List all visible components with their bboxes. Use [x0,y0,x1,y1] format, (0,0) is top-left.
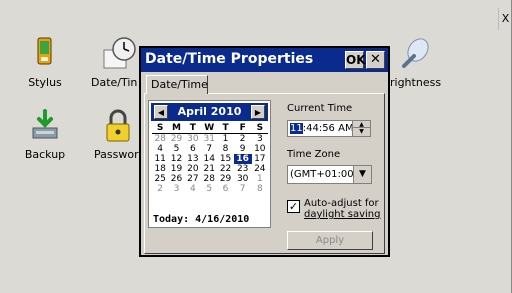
tab-datetime[interactable]: Date/Time [146,75,208,94]
weekday-header: S [251,123,268,134]
calendar-day[interactable]: 29 [217,174,233,184]
desktop-icon-label: Stylus [28,76,62,89]
calendar-week-row: 18 19 20 21 22 23 24 [152,164,268,174]
calendar-day[interactable]: 7 [201,144,217,154]
desktop-icon-label: Backup [24,148,66,161]
calendar-day[interactable]: 31 [201,134,217,145]
chevron-down-icon[interactable]: ▼ [353,166,371,183]
calendar-day[interactable]: 23 [234,164,252,174]
calendar-day[interactable]: 29 [168,134,184,145]
calendar-day[interactable]: 22 [217,164,233,174]
brightness-icon [398,36,434,72]
spin-down-icon[interactable]: ▼ [353,128,370,135]
calendar-week-row: 4 5 6 7 8 9 10 [152,144,268,154]
calendar-week-row: 28 29 30 31 1 2 3 [152,134,268,145]
desktop-icon-backup[interactable]: Backup [10,108,80,161]
calendar-day[interactable]: 27 [185,174,201,184]
calendar-day[interactable]: 24 [252,164,268,174]
calendar-day[interactable]: 21 [201,164,217,174]
backup-icon [27,108,63,144]
calendar-day[interactable]: 2 [234,134,252,145]
calendar-week-row: 11 12 13 14 15 16 17 [152,154,268,164]
weekday-header: W [201,123,218,134]
time-input[interactable]: 11:44:56 AM ▲ ▼ [287,120,371,137]
time-spinner[interactable]: ▲ ▼ [352,121,370,136]
calendar-grid: SMTWTFS 28 29 30 31 1 2 3 4 5 6 7 8 9 10 11 12 13 14 15 16 1… [152,123,268,194]
calendar-day[interactable]: 13 [185,154,201,164]
calendar-day[interactable]: 17 [252,154,268,164]
calendar-day[interactable]: 1 [252,174,268,184]
calendar-week-row: 25 26 27 28 29 30 1 [152,174,268,184]
calendar-day[interactable]: 16 [233,154,252,164]
desktop-icon-stylus[interactable]: Stylus [10,36,80,89]
calendar-day[interactable]: 5 [168,144,184,154]
calendar-day[interactable]: 10 [252,144,268,154]
datetime-properties-dialog: Date/Time Properties OK ✕ Date/Time ◀ Ap… [139,46,390,257]
calendar-day[interactable]: 30 [234,174,252,184]
month-calendar[interactable]: ◀ April 2010 ▶ SMTWTFS 28 29 30 31 1 2 3 4 5 6 7 8 9… [148,100,271,228]
weekday-header: S [152,123,169,134]
window-close-button[interactable]: X [498,8,512,30]
calendar-day[interactable]: 8 [252,184,268,194]
weekday-header: M [168,123,185,134]
ok-button[interactable]: OK [345,51,366,69]
spin-up-icon[interactable]: ▲ [353,121,370,128]
lock-icon [100,108,136,144]
calendar-day[interactable]: 3 [252,134,268,145]
calendar-day[interactable]: 11 [152,154,168,164]
calendar-day[interactable]: 20 [185,164,201,174]
auto-adjust-label-line2: daylight saving [304,209,381,220]
calendar-day[interactable]: 28 [201,174,217,184]
today-label[interactable]: Today: 4/16/2010 [153,214,249,225]
calendar-day[interactable]: 25 [152,174,168,184]
time-rest-segment[interactable]: :44:56 AM [303,123,354,134]
time-zone-value: (GMT+01:00) Brı [290,169,354,180]
calendar-day[interactable]: 18 [152,164,168,174]
calendar-day[interactable]: 28 [152,134,168,145]
calendar-day[interactable]: 7 [234,184,252,194]
calendar-day[interactable]: 3 [168,184,184,194]
calendar-day[interactable]: 15 [217,154,233,164]
calendar-day[interactable]: 4 [152,144,168,154]
weekday-header: F [233,123,252,134]
dialog-title: Date/Time Properties [145,51,314,67]
calendar-day[interactable]: 26 [168,174,184,184]
weekday-header: T [184,123,202,134]
desktop-icon-label: rightness [390,76,442,89]
apply-button[interactable]: Apply [287,231,373,250]
clock-icon [100,36,136,72]
calendar-day[interactable]: 4 [185,184,201,194]
calendar-day[interactable]: 19 [168,164,184,174]
calendar-day[interactable]: 14 [201,154,217,164]
next-month-button[interactable]: ▶ [251,105,265,119]
dialog-titlebar: Date/Time Properties OK ✕ [141,48,388,72]
desktop-icon-brightness[interactable]: rightness [390,36,446,89]
calendar-day[interactable]: 12 [168,154,184,164]
auto-adjust-checkbox[interactable]: ✓ [287,200,300,213]
calendar-day[interactable]: 6 [185,144,201,154]
calendar-day[interactable]: 5 [201,184,217,194]
calendar-day[interactable]: 1 [217,134,233,145]
stylus-icon [27,36,63,72]
calendar-week-row: 2345678 [152,184,268,194]
weekday-header: T [217,123,234,134]
auto-adjust-label[interactable]: Auto-adjust for daylight saving [304,198,380,220]
calendar-day[interactable]: 2 [152,184,168,194]
calendar-day[interactable]: 30 [185,134,201,145]
calendar-day[interactable]: 6 [217,184,233,194]
current-time-label: Current Time [287,103,353,114]
time-zone-label: Time Zone [287,149,341,160]
close-button[interactable]: ✕ [366,51,385,69]
calendar-day[interactable]: 8 [217,144,233,154]
calendar-header: ◀ April 2010 ▶ [151,103,268,121]
time-zone-select[interactable]: (GMT+01:00) Brı ▼ [287,165,372,184]
calendar-day[interactable]: 9 [234,144,252,154]
auto-adjust-label-line1: Auto-adjust for [304,198,379,209]
time-hour-segment[interactable]: 11 [290,123,303,134]
